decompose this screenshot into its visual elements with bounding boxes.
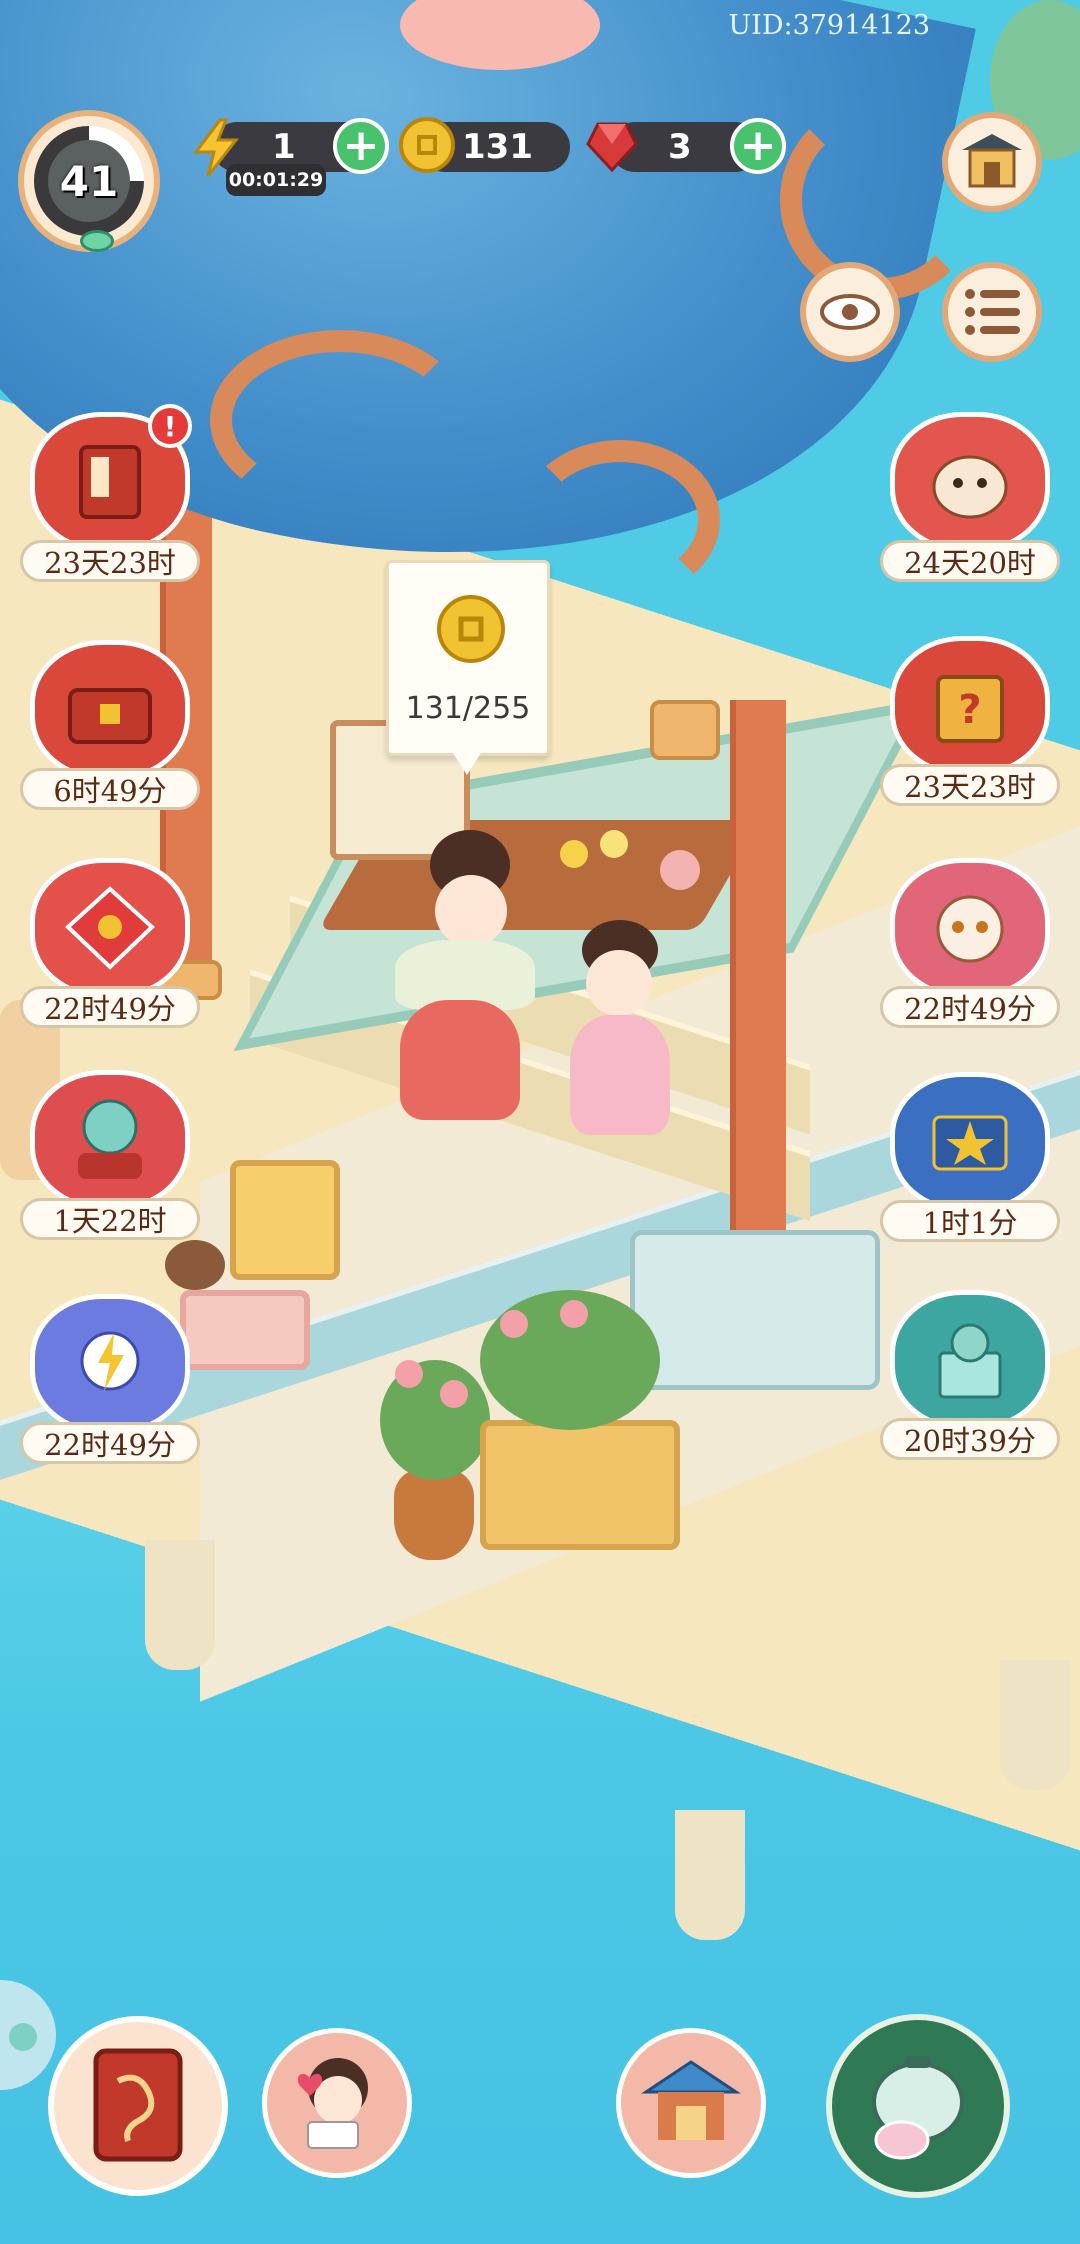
event-timer: 1天22时 — [20, 1198, 200, 1240]
event-star-book[interactable]: 1时1分 — [880, 1072, 1060, 1242]
hamster-icon — [890, 412, 1050, 552]
star-book-icon — [890, 1072, 1050, 1212]
event-book[interactable]: ! 23天23时 — [20, 404, 200, 582]
event-timer: 6时49分 — [20, 768, 200, 810]
cat-drum-icon — [30, 1070, 190, 1210]
eye-icon — [820, 294, 880, 330]
level-number: 41 — [59, 156, 119, 206]
player-level-badge[interactable]: 41 — [18, 110, 160, 252]
coin-capacity: 131/255 — [405, 691, 531, 726]
gem-value: 3 — [668, 127, 692, 167]
add-energy-button[interactable]: + — [333, 118, 389, 174]
roof-ornament — [210, 330, 470, 510]
lady-reading-icon — [297, 2058, 368, 2149]
view-toggle-button[interactable] — [800, 262, 900, 362]
event-koi-kite[interactable]: 22时49分 — [20, 858, 200, 1028]
character-button[interactable] — [262, 2028, 412, 2178]
pavilion-icon — [641, 2060, 741, 2140]
pillar — [730, 700, 786, 1260]
event-mystery-box[interactable]: ? 23天23时 — [880, 636, 1060, 806]
event-timer: 20时39分 — [880, 1418, 1060, 1460]
pillar-base — [650, 700, 720, 760]
wicker-chair[interactable] — [230, 1160, 340, 1280]
flower-pot[interactable] — [394, 1470, 474, 1560]
event-timer: 23天23时 — [20, 540, 200, 582]
koi-kite-icon — [30, 858, 190, 998]
jade-gem-icon — [80, 230, 114, 252]
rose — [395, 1360, 423, 1388]
energy-timer: 00:01:29 — [226, 164, 326, 196]
cat-portrait-icon — [890, 858, 1050, 998]
svg-text:?: ? — [958, 687, 981, 733]
deck-stilt — [1000, 1660, 1070, 1790]
rose — [560, 1300, 588, 1328]
pillar-stone-base — [630, 1230, 880, 1390]
coin-value: 131 — [462, 127, 533, 167]
red-book-icon — [93, 2048, 183, 2162]
uid-label: UID:37914123 — [728, 10, 930, 41]
roof-ornament — [780, 100, 980, 300]
alert-badge-icon: ! — [148, 404, 192, 448]
event-timer: 1时1分 — [880, 1200, 1060, 1242]
event-timer: 23天23时 — [880, 764, 1060, 806]
event-hamster[interactable]: 24天20时 — [880, 412, 1060, 582]
teapot-bunny-icon — [872, 2056, 964, 2160]
coin-icon — [398, 116, 456, 174]
shop-button[interactable] — [942, 112, 1042, 212]
cat-icon — [9, 2023, 37, 2051]
character-girl[interactable] — [560, 920, 680, 1140]
flower-arrangement — [600, 830, 628, 858]
deck-stilt — [675, 1810, 745, 1940]
treasure-box-icon — [30, 640, 190, 780]
teapot — [165, 1240, 225, 1290]
event-cat-drum[interactable]: 1天22时 — [20, 1070, 200, 1240]
roof-ornament — [520, 440, 720, 600]
deck-stilt — [145, 1540, 215, 1670]
energy-value: 1 — [272, 127, 296, 167]
event-timer: 22时49分 — [20, 1422, 200, 1464]
event-timer: 24天20时 — [880, 540, 1060, 582]
flower-arrangement — [560, 840, 588, 868]
story-book-button[interactable] — [48, 2016, 228, 2196]
event-timer: 22时49分 — [20, 986, 200, 1028]
ruby-icon — [584, 118, 640, 174]
build-shop-button[interactable] — [616, 2028, 766, 2178]
coin-icon — [437, 595, 505, 663]
character-lady[interactable] — [390, 830, 540, 1120]
mystery-box-icon: ? — [890, 636, 1050, 776]
rose — [500, 1310, 528, 1338]
list-icon — [965, 289, 1020, 335]
cat-gift-icon — [890, 1290, 1050, 1430]
flower-bench[interactable] — [480, 1420, 680, 1550]
event-cat-gift[interactable]: 20时39分 — [880, 1290, 1060, 1460]
lightning-cat-icon — [30, 1294, 190, 1434]
event-treasure-box[interactable]: 6时49分 — [20, 640, 200, 810]
add-gems-button[interactable]: + — [730, 118, 786, 174]
event-lightning-cat[interactable]: 22时49分 — [20, 1294, 200, 1464]
event-timer: 22时49分 — [880, 986, 1060, 1028]
tea-house-button[interactable] — [826, 2014, 1010, 2198]
event-cat-portrait[interactable]: 22时49分 — [880, 858, 1060, 1028]
rose — [440, 1380, 468, 1408]
level-progress-ring: 41 — [34, 126, 144, 236]
pavilion-shop-icon — [962, 134, 1022, 188]
menu-list-button[interactable] — [942, 262, 1042, 362]
coin-collect-popup[interactable]: 131/255 — [386, 560, 550, 775]
peach-bun — [660, 850, 700, 890]
